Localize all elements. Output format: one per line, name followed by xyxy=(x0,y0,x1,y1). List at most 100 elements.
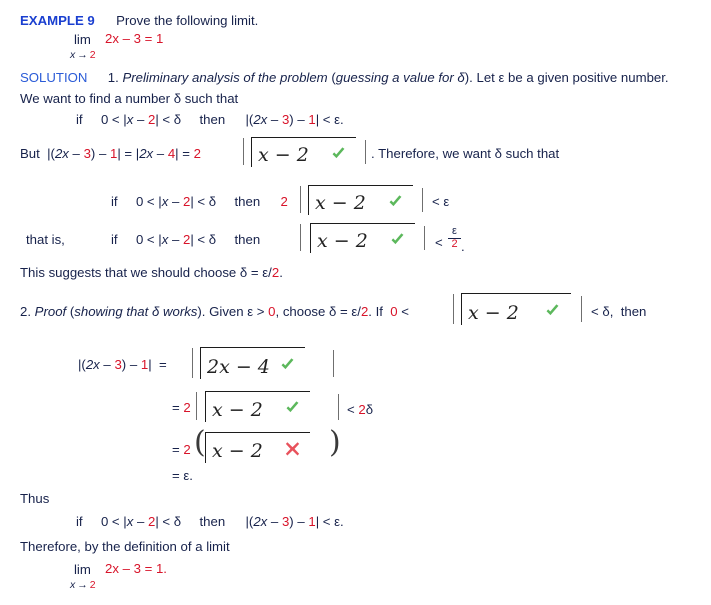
thus-label: Thus xyxy=(20,491,50,506)
paren-close: ) xyxy=(329,425,341,460)
therefore-definition-line: Therefore, by the definition of a limit xyxy=(20,539,230,554)
therefore-text: . Therefore, we want δ such that xyxy=(371,146,560,161)
limit-subscript-value: 2 xyxy=(89,49,96,61)
solution-label: SOLUTION xyxy=(20,70,88,85)
abs-bar-right-2 xyxy=(422,188,424,212)
limit-statement: lim x → 2 xyxy=(70,32,96,61)
that-is-label: that is, xyxy=(26,232,65,247)
lim-operator: lim xyxy=(74,32,91,47)
answer-box-5-value: 2x − 4 xyxy=(207,356,270,378)
condition4-left: 0 < |x – 2| < δ xyxy=(100,514,182,529)
condition-right: |(2x – 3) – 1| < ε. xyxy=(245,112,344,127)
answer-box-3[interactable]: x − 2 xyxy=(310,223,415,253)
answer-box-1[interactable]: x − 2 xyxy=(251,137,356,167)
answer-box-6[interactable]: x − 2 xyxy=(205,391,310,422)
check-icon xyxy=(330,145,347,162)
answer-box-4-value: x − 2 xyxy=(468,302,519,324)
proof-tail-condition: < δ, then xyxy=(591,304,647,319)
check-icon xyxy=(544,302,561,319)
answer-box-6-value: x − 2 xyxy=(212,399,263,421)
final-limit-subscript-value: 2 xyxy=(89,579,96,591)
fraction-denominator: 2 xyxy=(451,237,458,250)
proof-equation-4: = ε. xyxy=(172,468,193,483)
limit-subscript-arrow: → xyxy=(77,49,88,61)
solution-paren-open: ( xyxy=(327,70,336,85)
check-icon xyxy=(279,356,296,373)
solution-part-number: 1. xyxy=(107,70,123,85)
answer-box-2-value: x − 2 xyxy=(315,192,366,214)
condition-then: then xyxy=(199,112,226,127)
fraction-trailing-period: . xyxy=(461,239,465,254)
condition-line-1: if 0 < |x – 2| < δ then |(2x – 3) – 1| <… xyxy=(76,113,344,126)
condition3-if: if xyxy=(111,232,118,247)
example-label: EXAMPLE 9 xyxy=(20,13,95,28)
proof-tail: ). Given ε > 0, choose δ = ε/2. If 0 < xyxy=(197,304,409,319)
answer-box-1-value: x − 2 xyxy=(258,144,309,166)
condition2-if: if xyxy=(111,194,118,209)
final-limit-statement: lim x → 2 xyxy=(70,562,96,591)
suggestion-line: This suggests that we should choose δ = … xyxy=(20,265,283,280)
abs-bar-right-6 xyxy=(338,394,340,420)
but-text: But |(2x – 3) – 1| = |2x – 4| = 2 xyxy=(20,146,201,161)
condition-left: 0 < |x – 2| < δ xyxy=(100,112,182,127)
fraction-numerator: ε xyxy=(452,225,457,237)
abs-bar-left-4 xyxy=(453,294,455,324)
answer-box-7-value: x − 2 xyxy=(212,440,263,462)
condition3-then: then xyxy=(234,232,261,247)
paren-open: ( xyxy=(194,425,206,460)
example-heading-row: EXAMPLE 9 Prove the following limit. xyxy=(20,14,258,27)
proof-line: 2. Proof (showing that δ works). Given ε… xyxy=(20,305,409,318)
example-prompt: Prove the following limit. xyxy=(116,13,259,28)
abs-bar-right-3 xyxy=(424,226,426,250)
proof-subtitle: showing that δ works xyxy=(74,304,198,319)
proof-part-number: 2. xyxy=(20,304,35,319)
limit-subscript-variable: x xyxy=(70,49,76,61)
solution-part-title: Preliminary analysis of the problem xyxy=(122,70,328,85)
answer-box-7[interactable]: x − 2 xyxy=(205,432,310,463)
check-icon xyxy=(284,399,301,416)
final-lim-operator: lim xyxy=(74,562,91,577)
condition2-coefficient: 2 xyxy=(280,194,288,209)
worksheet-page: EXAMPLE 9 Prove the following limit. lim… xyxy=(0,0,711,605)
answer-box-2[interactable]: x − 2 xyxy=(308,185,413,215)
solution-part-subtitle: guessing a value for δ xyxy=(335,70,465,85)
final-limit-subscript-arrow: → xyxy=(77,579,88,591)
abs-bar-left-1 xyxy=(243,138,245,165)
check-icon xyxy=(389,231,406,248)
abs-bar-right-5 xyxy=(333,350,335,377)
condition2-left: 0 < |x – 2| < δ xyxy=(135,194,217,209)
solution-part-tail: ). Let ε be a given positive number. xyxy=(464,70,669,85)
proof-equation-2: = 2 xyxy=(172,400,191,415)
proof-equation-lhs: |(2x – 3) – 1| = xyxy=(78,357,167,372)
but-line: But |(2x – 3) – 1| = |2x – 4| = 2 xyxy=(20,147,201,160)
final-limit-subscript-variable: x xyxy=(70,579,76,591)
proof-equation-3: = 2 xyxy=(172,442,191,457)
condition-if: if xyxy=(76,112,83,127)
proof-title: Proof xyxy=(34,304,67,319)
final-limit-subscript: x → 2 xyxy=(70,579,96,591)
condition-line-2: if 0 < |x – 2| < δ then 2 xyxy=(111,195,288,208)
condition4-then: then xyxy=(199,514,226,529)
condition2-then: then xyxy=(234,194,261,209)
epsilon-over-two-fraction: ε 2 xyxy=(448,225,461,250)
limit-subscript: x → 2 xyxy=(70,49,96,61)
less-than-epsilon-1: < ε xyxy=(432,194,450,209)
final-limit-expression: 2x – 3 = 1. xyxy=(105,561,167,576)
condition-line-3: if 0 < |x – 2| < δ then xyxy=(111,233,260,246)
limit-expression: 2x – 3 = 1 xyxy=(105,31,164,46)
check-icon xyxy=(387,193,404,210)
less-than-symbol-2: < xyxy=(435,235,443,250)
abs-bar-right-4 xyxy=(581,296,583,322)
answer-box-3-value: x − 2 xyxy=(317,230,368,252)
abs-bar-left-6 xyxy=(196,392,198,420)
answer-box-4[interactable]: x − 2 xyxy=(461,293,571,325)
solution-line-1: SOLUTION 1. Preliminary analysis of the … xyxy=(20,71,669,84)
solution-line-2: We want to find a number δ such that xyxy=(20,91,239,106)
condition4-if: if xyxy=(76,514,83,529)
abs-bar-left-2 xyxy=(300,186,302,213)
answer-box-5[interactable]: 2x − 4 xyxy=(200,347,305,379)
condition4-right: |(2x – 3) – 1| < ε. xyxy=(245,514,344,529)
abs-bar-right-1 xyxy=(365,140,367,164)
abs-bar-left-5 xyxy=(192,348,194,378)
less-than-2delta: < 2δ xyxy=(347,402,374,417)
